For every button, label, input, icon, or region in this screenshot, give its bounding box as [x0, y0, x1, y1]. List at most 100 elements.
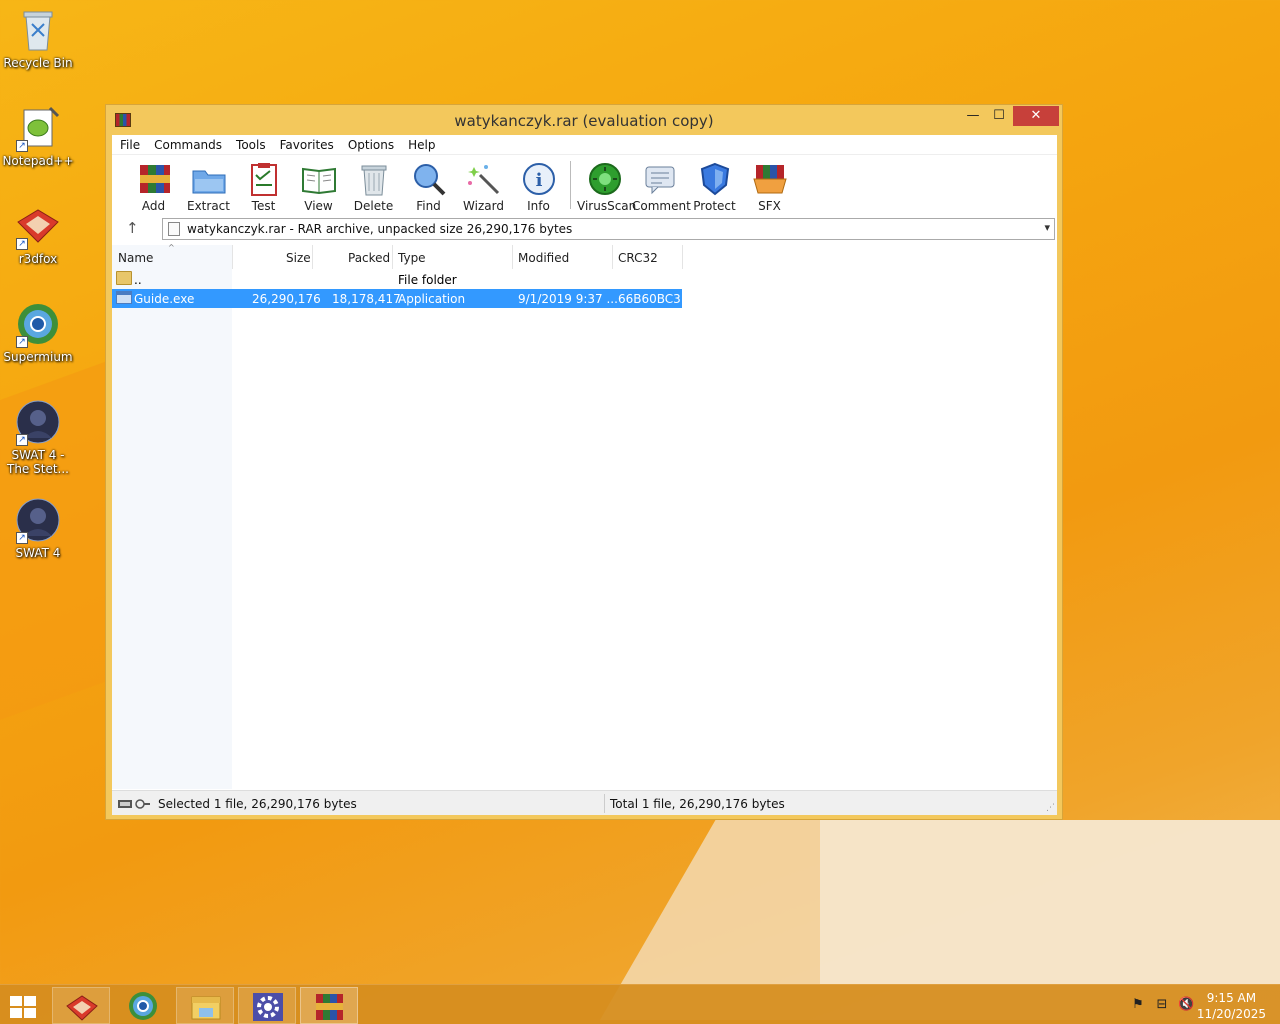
clock-time: 9:15 AM: [1206, 991, 1257, 1005]
menu-bar: File Commands Tools Favorites Options He…: [112, 135, 1057, 155]
maximize-button[interactable]: ☐: [986, 106, 1012, 126]
wizard-button[interactable]: Wizard: [456, 155, 511, 215]
desktop-icon-notepad-plus-plus[interactable]: ↗ Notepad++: [2, 104, 74, 168]
toolbar-separator: [570, 161, 571, 209]
taskbar-supermium[interactable]: [114, 987, 172, 1024]
column-header-modified[interactable]: Modified: [518, 251, 569, 265]
magnifier-icon: [411, 161, 447, 197]
taskbar-r3dfox[interactable]: [52, 987, 110, 1024]
column-header-crc32[interactable]: CRC32: [618, 251, 658, 265]
file-name: Guide.exe: [134, 292, 195, 306]
shortcut-arrow-icon: ↗: [16, 532, 28, 544]
network-icon[interactable]: ⊟: [1154, 997, 1170, 1013]
menu-help[interactable]: Help: [401, 135, 442, 154]
chevron-down-icon[interactable]: ▾: [1044, 221, 1050, 234]
view-book-icon: [301, 161, 337, 197]
delete-button[interactable]: Delete: [346, 155, 401, 215]
taskbar-winrar[interactable]: [300, 987, 358, 1024]
menu-commands[interactable]: Commands: [147, 135, 229, 154]
file-list[interactable]: Name ^ Size Packed Type Modified CRC32 .…: [112, 243, 1057, 789]
desktop-icon-swat4-stetchkov[interactable]: ↗ SWAT 4 - The Stet...: [2, 398, 74, 476]
view-button[interactable]: View: [291, 155, 346, 215]
winrar-icon: [316, 994, 343, 1020]
add-archive-icon: [136, 161, 172, 197]
table-row[interactable]: Guide.exe 26,290,176 18,178,417 Applicat…: [112, 289, 682, 308]
column-header-name[interactable]: Name: [118, 251, 153, 265]
r3dfox-icon: [66, 995, 98, 1021]
column-divider[interactable]: [232, 245, 233, 269]
name-column-background: [112, 245, 232, 789]
archive-path-combobox[interactable]: watykanczyk.rar - RAR archive, unpacked …: [162, 218, 1055, 240]
status-total: Total 1 file, 26,290,176 bytes: [610, 797, 785, 811]
taskbar-settings[interactable]: [238, 987, 296, 1024]
desktop-icon-label: The Stet...: [7, 462, 69, 476]
shortcut-arrow-icon: ↗: [16, 434, 28, 446]
wallpaper-shape: [820, 820, 1280, 990]
column-header-type[interactable]: Type: [398, 251, 426, 265]
desktop-icon-r3dfox[interactable]: ↗ r3dfox: [2, 202, 74, 266]
info-button-label: Info: [527, 199, 550, 213]
notepad-plus-plus-icon: ↗: [14, 104, 62, 152]
sfx-box-icon: [752, 161, 788, 197]
column-divider[interactable]: [392, 245, 393, 269]
column-divider[interactable]: [312, 245, 313, 269]
column-headers: Name ^ Size Packed Type Modified CRC32: [112, 243, 1057, 269]
menu-options[interactable]: Options: [341, 135, 401, 154]
drive-key-icon: [118, 798, 150, 809]
desktop-icon-supermium[interactable]: ↗ Supermium: [2, 300, 74, 364]
desktop-icon-label: Notepad++: [2, 154, 74, 168]
magic-wand-icon: [466, 161, 502, 197]
info-button[interactable]: i Info: [511, 155, 566, 215]
sfx-button-label: SFX: [758, 199, 781, 213]
add-button[interactable]: Add: [126, 155, 181, 215]
title-bar[interactable]: watykanczyk.rar (evaluation copy) — ☐ ✕: [106, 105, 1062, 135]
shield-icon: [697, 161, 733, 197]
desktop-icon-label: Recycle Bin: [3, 56, 73, 70]
archive-path-text: watykanczyk.rar - RAR archive, unpacked …: [187, 222, 573, 236]
sfx-button[interactable]: SFX: [742, 155, 797, 215]
test-button[interactable]: Test: [236, 155, 291, 215]
find-button[interactable]: Find: [401, 155, 456, 215]
comment-button[interactable]: Comment: [632, 155, 691, 215]
archive-file-icon: [168, 222, 180, 236]
column-header-packed[interactable]: Packed: [348, 251, 390, 265]
system-clock[interactable]: 9:15 AM 11/20/2025: [1197, 990, 1266, 1022]
menu-tools[interactable]: Tools: [229, 135, 273, 154]
menu-favorites[interactable]: Favorites: [273, 135, 341, 154]
svg-text:i: i: [535, 170, 542, 191]
protect-button[interactable]: Protect: [687, 155, 742, 215]
action-center-flag-icon[interactable]: ⚑: [1130, 997, 1146, 1013]
taskbar-file-explorer[interactable]: [176, 987, 234, 1024]
desktop-icon-swat4[interactable]: ↗ SWAT 4: [2, 496, 74, 560]
file-type: File folder: [398, 273, 457, 287]
desktop-icon-label: Supermium: [3, 350, 73, 364]
start-button[interactable]: [8, 993, 38, 1019]
menu-file[interactable]: File: [113, 135, 147, 154]
close-button[interactable]: ✕: [1013, 106, 1059, 126]
virusscan-button[interactable]: VirusScan: [577, 155, 636, 215]
column-header-size[interactable]: Size: [286, 251, 311, 265]
swat4-icon: ↗: [14, 398, 62, 446]
extract-to-button[interactable]: Extract To: [181, 155, 236, 227]
status-selection: Selected 1 file, 26,290,176 bytes: [158, 797, 357, 811]
column-divider[interactable]: [682, 245, 683, 269]
windows-logo-icon: [24, 1008, 36, 1018]
desktop-icon-recycle-bin[interactable]: Recycle Bin: [2, 6, 74, 70]
column-divider[interactable]: [612, 245, 613, 269]
file-name: ..: [134, 273, 142, 287]
wizard-button-label: Wizard: [463, 199, 504, 213]
test-clipboard-icon: [246, 161, 282, 197]
windows-logo-icon: [10, 1008, 22, 1018]
status-bar: Selected 1 file, 26,290,176 bytes Total …: [112, 790, 1057, 815]
volume-muted-icon[interactable]: 🔇: [1178, 997, 1194, 1013]
application-file-icon: [116, 291, 132, 304]
file-size: 26,290,176: [252, 292, 321, 306]
column-divider[interactable]: [512, 245, 513, 269]
up-folder-icon[interactable]: ↑: [126, 219, 139, 237]
trash-icon: [356, 161, 392, 197]
resize-grip-icon[interactable]: ⋰: [1046, 803, 1055, 813]
test-button-label: Test: [251, 199, 276, 213]
table-row[interactable]: .. File folder: [112, 270, 682, 289]
file-crc32: 66B60BC3: [618, 292, 681, 306]
minimize-button[interactable]: —: [960, 106, 986, 126]
